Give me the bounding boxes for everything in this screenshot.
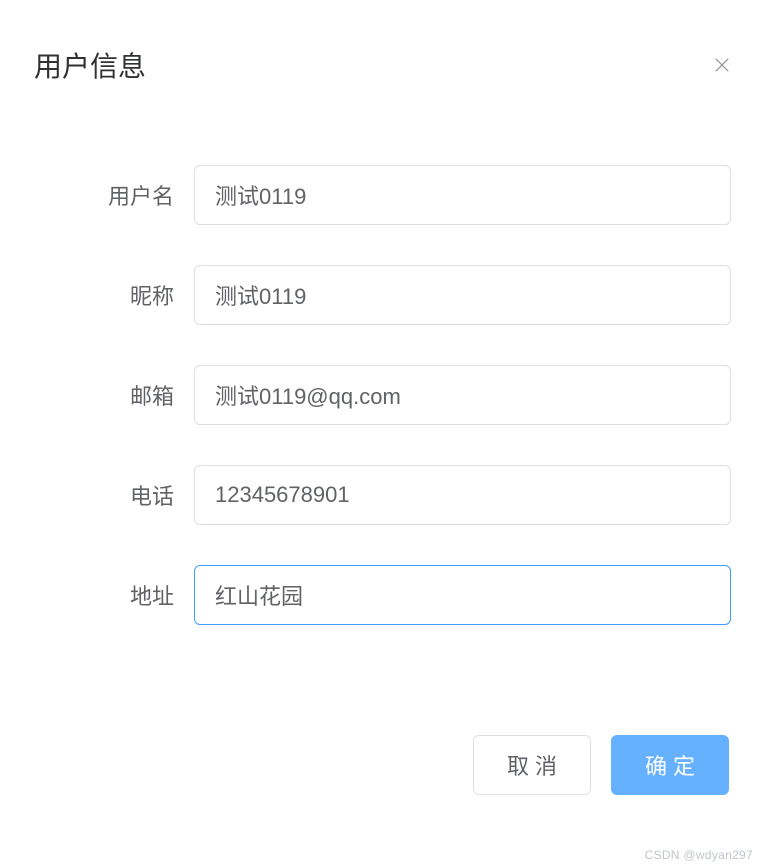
- cancel-button[interactable]: 取消: [473, 735, 591, 795]
- user-info-dialog: 用户信息 用户名 昵称 邮箱 电话 地址 取消 确定: [0, 0, 765, 866]
- watermark-text: CSDN @wdyan297: [645, 848, 753, 862]
- dialog-header: 用户信息: [0, 0, 765, 105]
- username-label: 用户名: [34, 179, 194, 211]
- dialog-footer: 取消 确定: [0, 725, 765, 829]
- username-input[interactable]: [194, 165, 731, 225]
- phone-label: 电话: [34, 479, 194, 511]
- form-item-phone: 电话: [34, 465, 731, 525]
- form-item-username: 用户名: [34, 165, 731, 225]
- form-item-email: 邮箱: [34, 365, 731, 425]
- close-icon[interactable]: [711, 54, 733, 76]
- form-item-address: 地址: [34, 565, 731, 625]
- confirm-button[interactable]: 确定: [611, 735, 729, 795]
- nickname-input[interactable]: [194, 265, 731, 325]
- address-label: 地址: [34, 579, 194, 611]
- email-input[interactable]: [194, 365, 731, 425]
- phone-input[interactable]: [194, 465, 731, 525]
- email-label: 邮箱: [34, 379, 194, 411]
- nickname-label: 昵称: [34, 279, 194, 311]
- address-input[interactable]: [194, 565, 731, 625]
- dialog-body: 用户名 昵称 邮箱 电话 地址: [0, 105, 765, 725]
- form-item-nickname: 昵称: [34, 265, 731, 325]
- dialog-title: 用户信息: [34, 45, 146, 85]
